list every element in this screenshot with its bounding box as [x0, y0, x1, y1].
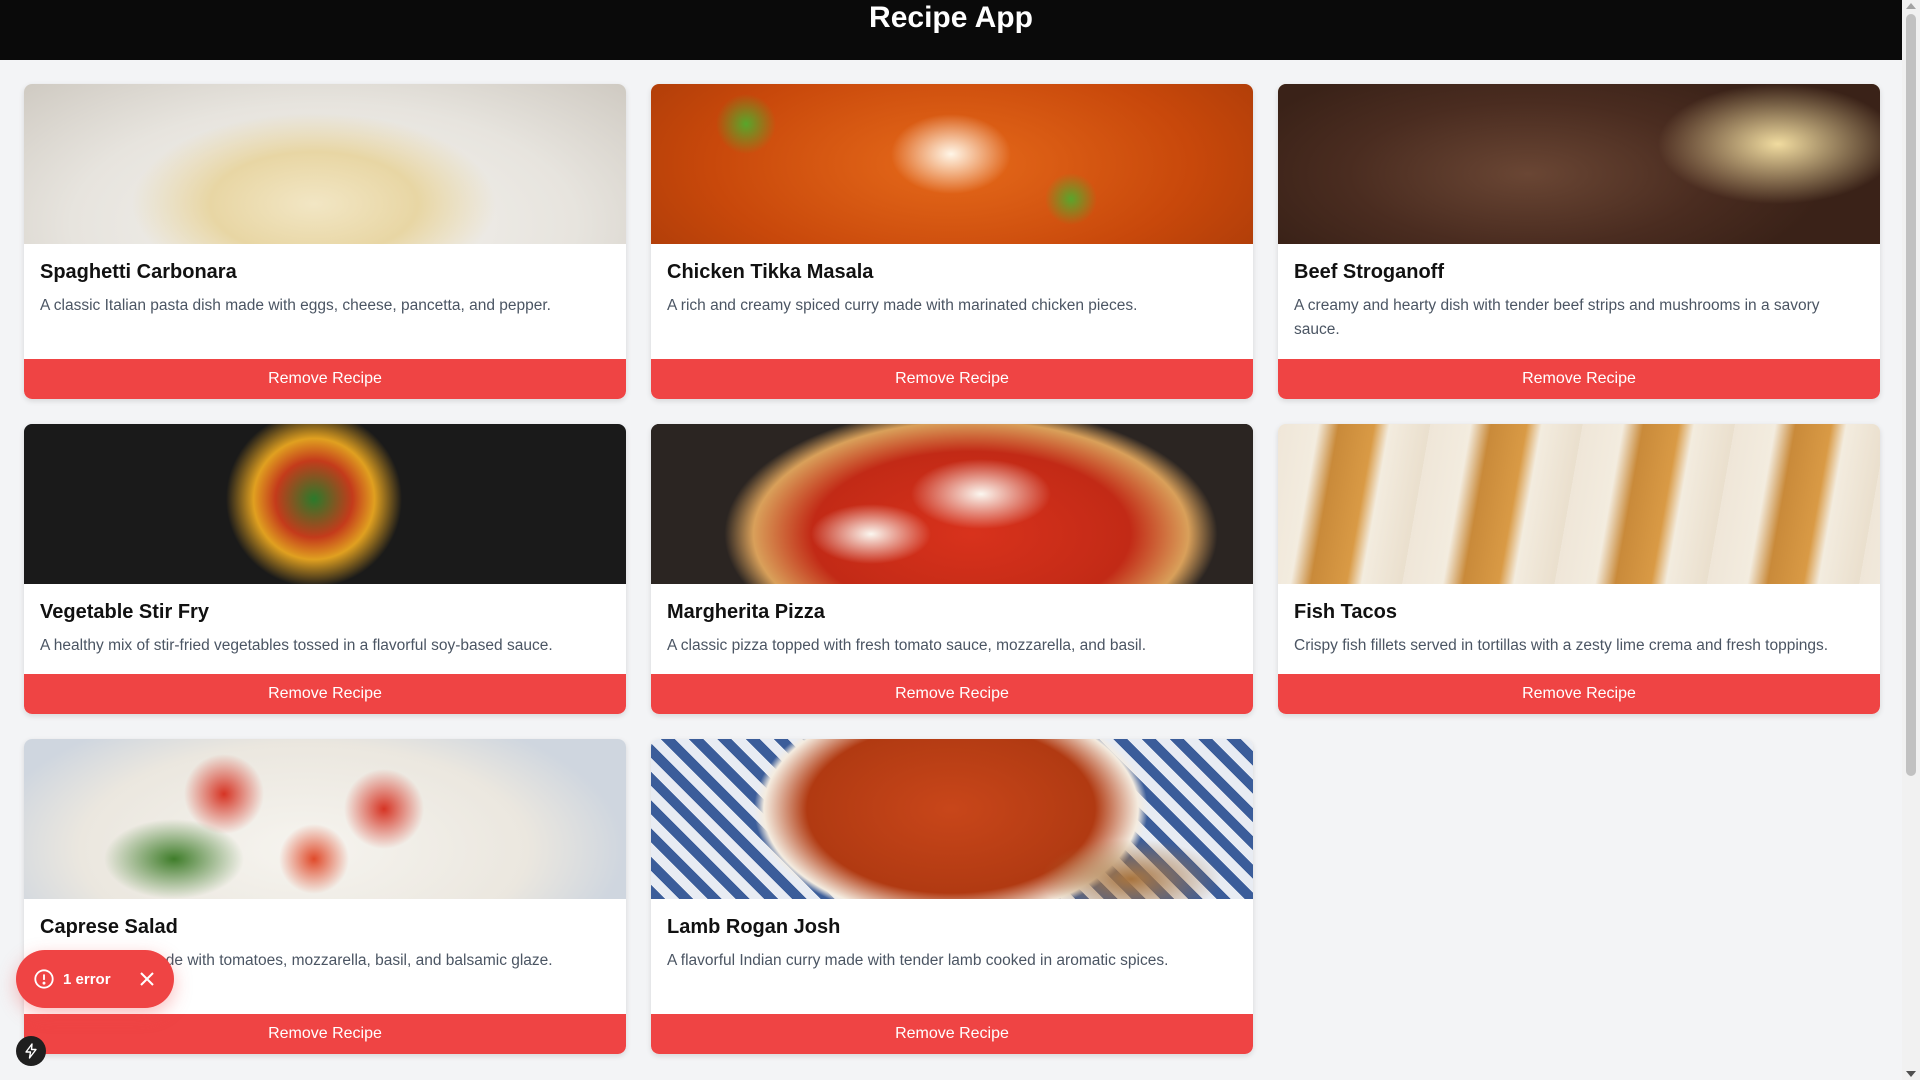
scroll-up-arrow-icon[interactable] [1906, 3, 1916, 9]
error-indicator-button[interactable]: 1 error [16, 950, 174, 1008]
recipe-card-body: Beef Stroganoff A creamy and hearty dish… [1278, 244, 1880, 359]
recipe-card-body: Chicken Tikka Masala A rich and creamy s… [651, 244, 1253, 359]
recipe-card-body: Spaghetti Carbonara A classic Italian pa… [24, 244, 626, 359]
recipe-card: Chicken Tikka Masala A rich and creamy s… [651, 84, 1253, 399]
recipe-image [651, 739, 1253, 899]
recipe-card: Spaghetti Carbonara A classic Italian pa… [24, 84, 626, 399]
recipe-title: Fish Tacos [1294, 601, 1397, 623]
recipe-image [1278, 84, 1880, 244]
recipe-card: Lamb Rogan Josh A flavorful Indian curry… [651, 739, 1253, 1054]
recipe-title: Lamb Rogan Josh [667, 916, 841, 938]
recipe-title: Caprese Salad [40, 916, 178, 938]
page-scrollbar[interactable] [1902, 0, 1920, 1080]
recipe-card: Vegetable Stir Fry A healthy mix of stir… [24, 424, 626, 714]
recipe-card-body: Margherita Pizza A classic pizza topped … [651, 584, 1253, 674]
alert-circle-icon [34, 969, 54, 989]
remove-recipe-button[interactable]: Remove Recipe [24, 359, 626, 399]
remove-recipe-button[interactable]: Remove Recipe [651, 359, 1253, 399]
recipe-description: A healthy mix of stir-fried vegetables t… [40, 637, 553, 654]
recipe-card: Margherita Pizza A classic pizza topped … [651, 424, 1253, 714]
scrollbar-thumb[interactable] [1906, 14, 1916, 776]
recipe-title: Spaghetti Carbonara [40, 261, 237, 283]
recipe-card-body: Vegetable Stir Fry A healthy mix of stir… [24, 584, 626, 674]
lightning-bolt-icon [25, 1043, 37, 1059]
recipe-description: A creamy and hearty dish with tender bee… [1294, 297, 1820, 338]
scroll-down-arrow-icon[interactable] [1906, 1071, 1916, 1077]
recipe-image [651, 84, 1253, 244]
error-count-label: 1 error [63, 970, 111, 988]
app-title: Recipe App [869, 1, 1033, 34]
recipe-description: A rich and creamy spiced curry made with… [667, 297, 1138, 314]
recipe-description: A classic Italian pasta dish made with e… [40, 297, 551, 314]
recipe-image [24, 84, 626, 244]
app-header: Recipe App [0, 0, 1902, 60]
recipe-description: A flavorful Indian curry made with tende… [667, 952, 1169, 969]
recipe-title: Beef Stroganoff [1294, 261, 1444, 283]
recipe-image [24, 739, 626, 899]
recipe-image [651, 424, 1253, 584]
recipe-title: Vegetable Stir Fry [40, 601, 209, 623]
recipe-title: Margherita Pizza [667, 601, 825, 623]
recipe-description: Crispy fish fillets served in tortillas … [1294, 637, 1829, 654]
recipe-image [1278, 424, 1880, 584]
recipe-description: A classic pizza topped with fresh tomato… [667, 637, 1147, 654]
remove-recipe-button[interactable]: Remove Recipe [1278, 359, 1880, 399]
recipe-card: Beef Stroganoff A creamy and hearty dish… [1278, 84, 1880, 399]
recipe-card: Fish Tacos Crispy fish fillets served in… [1278, 424, 1880, 714]
remove-recipe-button[interactable]: Remove Recipe [651, 1014, 1253, 1054]
remove-recipe-button[interactable]: Remove Recipe [24, 674, 626, 714]
remove-recipe-button[interactable]: Remove Recipe [651, 674, 1253, 714]
remove-recipe-button[interactable]: Remove Recipe [1278, 674, 1880, 714]
recipe-title: Chicken Tikka Masala [667, 261, 874, 283]
recipe-grid: Spaghetti Carbonara A classic Italian pa… [24, 84, 1880, 1054]
recipe-card-body: Lamb Rogan Josh A flavorful Indian curry… [651, 899, 1253, 1014]
dev-tools-button[interactable] [16, 1036, 46, 1066]
close-icon[interactable] [137, 969, 157, 989]
recipe-image [24, 424, 626, 584]
app-viewport: Recipe App Spaghetti Carbonara A classic… [0, 0, 1920, 1080]
recipe-card-body: Fish Tacos Crispy fish fillets served in… [1278, 584, 1880, 674]
remove-recipe-button[interactable]: Remove Recipe [24, 1014, 626, 1054]
